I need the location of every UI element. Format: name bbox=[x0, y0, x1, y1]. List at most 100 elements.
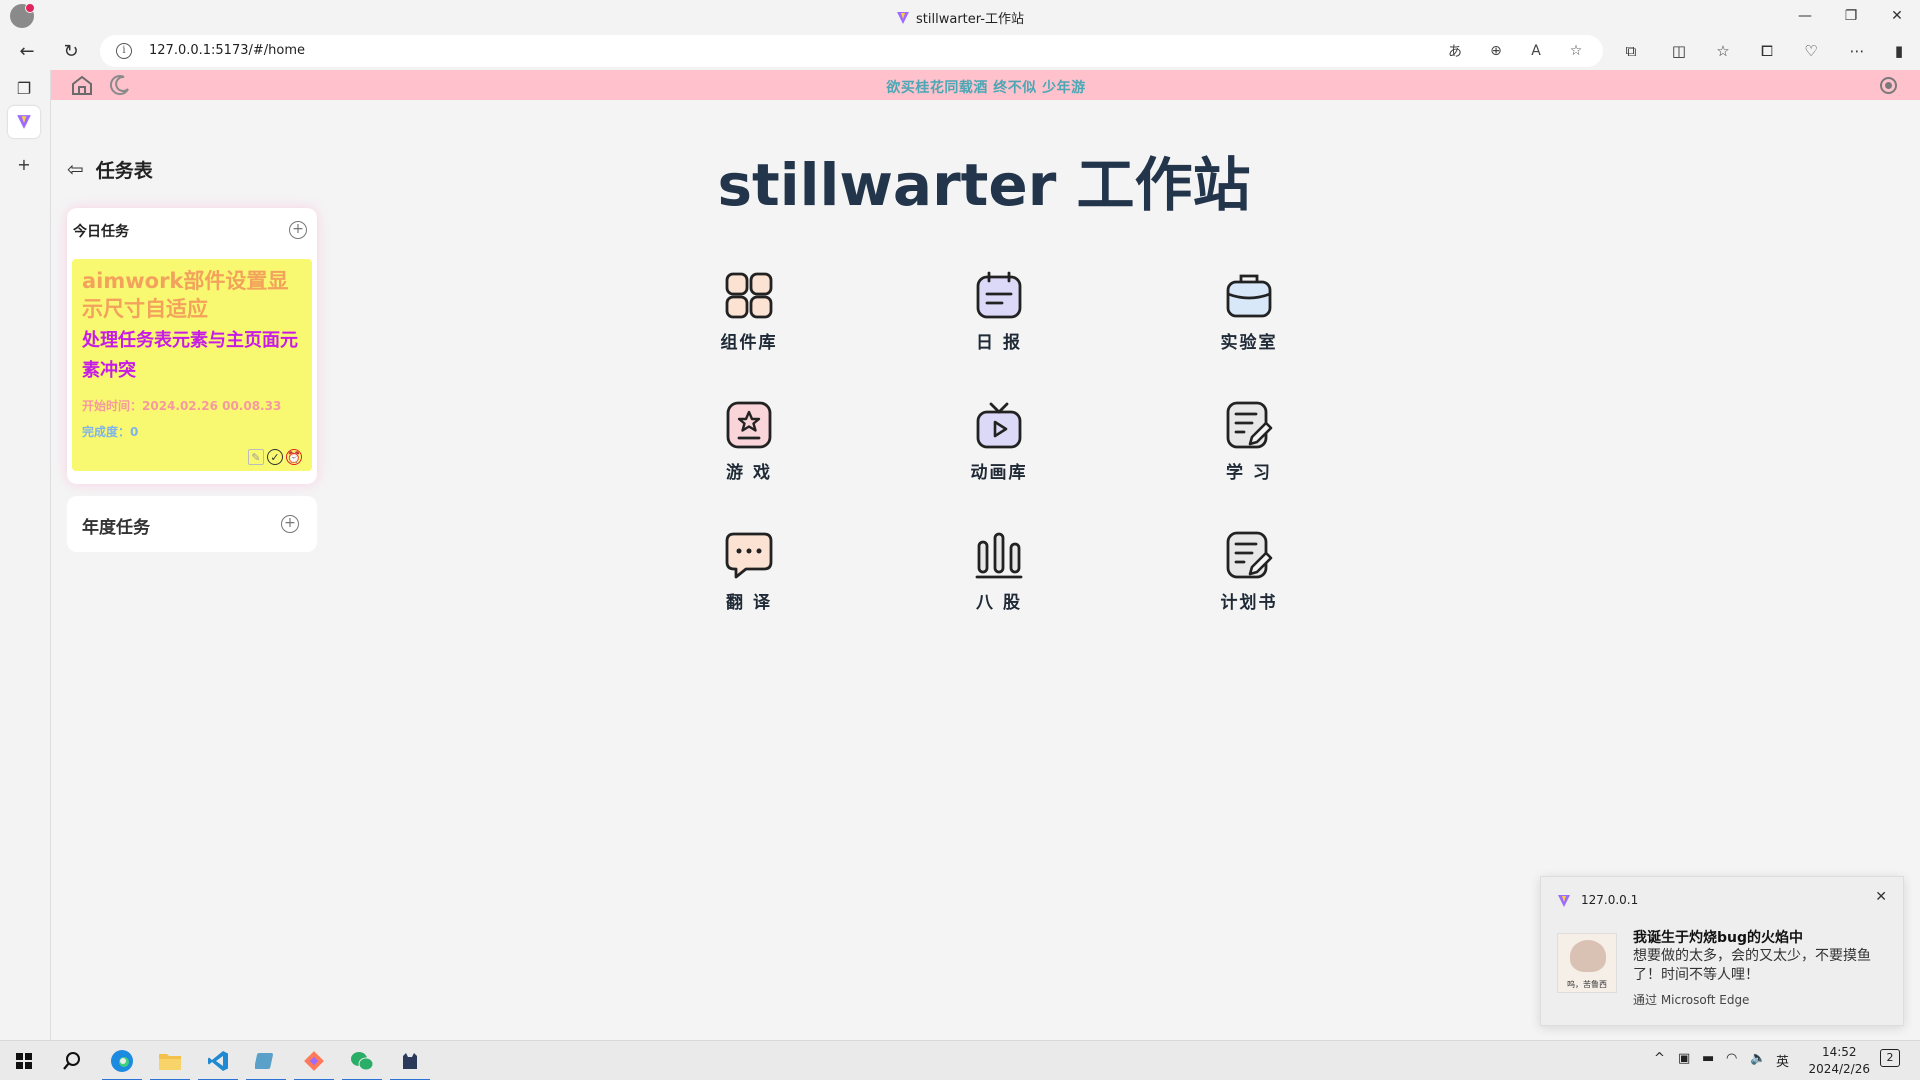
vite-logo-icon bbox=[897, 12, 910, 24]
back-arrow-icon[interactable]: ← bbox=[12, 37, 42, 65]
vite-logo-icon bbox=[1558, 895, 1570, 907]
read-aloud-icon[interactable]: A bbox=[1523, 40, 1549, 62]
address-bar[interactable]: i 127.0.0.1:5173/#/home あ ⊕ A ☆ bbox=[100, 35, 1603, 67]
grid-item-daily-report[interactable]: 日 报 bbox=[924, 270, 1074, 370]
clock-time: 14:52 bbox=[1821, 1045, 1857, 1059]
grid-item-games[interactable]: 游 戏 bbox=[674, 400, 824, 500]
notification-center-icon[interactable]: 2 bbox=[1880, 1049, 1900, 1067]
tab-stillwarter[interactable] bbox=[8, 106, 40, 138]
refresh-icon[interactable]: ↻ bbox=[56, 37, 86, 65]
collections-icon[interactable]: ⧠ bbox=[1752, 37, 1782, 65]
top-banner: 欲买桂花同载酒 终不似 少年游 bbox=[51, 70, 1920, 100]
close-icon[interactable]: ✕ bbox=[1875, 889, 1887, 905]
split-screen-icon[interactable]: ◫ bbox=[1664, 37, 1694, 65]
window-title: stillwarter-工作站 bbox=[0, 8, 1920, 27]
volume-icon[interactable]: 🔈 bbox=[1750, 1051, 1766, 1066]
battery-icon[interactable]: ▬ bbox=[1702, 1051, 1714, 1066]
notepad-icon[interactable] bbox=[242, 1041, 290, 1080]
grid-item-components[interactable]: 组件库 bbox=[674, 270, 824, 370]
tv-play-icon bbox=[976, 402, 1022, 449]
notification-title: 我诞生于灼烧bug的火焰中 bbox=[1633, 930, 1804, 946]
grid-label: 日 报 bbox=[976, 333, 1022, 353]
site-info-icon[interactable]: i bbox=[116, 43, 132, 59]
add-today-task-icon[interactable]: + bbox=[289, 221, 307, 239]
grid-label: 游 戏 bbox=[726, 463, 772, 483]
grid-item-baguwen[interactable]: 八 股 bbox=[924, 530, 1074, 630]
star-icon bbox=[726, 401, 772, 449]
plan-edit-icon bbox=[1226, 531, 1273, 579]
notification-body: 想要做的太多，会的又太少，不要摸鱼了！时间不等人哩！ bbox=[1633, 948, 1871, 983]
vscode-icon[interactable] bbox=[194, 1041, 242, 1080]
task-actions: ✎ ✓ ⏰ bbox=[248, 449, 302, 465]
page-title: stillwarter 工作站 bbox=[717, 151, 1251, 219]
notification-image: 呜，苦鲁西 bbox=[1557, 933, 1617, 993]
task-title-text: aimwork部件设置显示尺寸自适应 bbox=[82, 269, 289, 321]
tab-actions-icon[interactable]: ❐ bbox=[8, 72, 40, 104]
grid-icon bbox=[725, 272, 773, 319]
notification-via: 通过 Microsoft Edge bbox=[1633, 993, 1750, 1007]
task-detail-text: 处理任务表元素与主页面元素冲突 bbox=[82, 330, 298, 381]
grid-item-plan[interactable]: 计划书 bbox=[1174, 530, 1324, 630]
terminal-cat-icon[interactable] bbox=[386, 1041, 434, 1080]
zoom-icon[interactable]: ⊕ bbox=[1483, 40, 1509, 62]
bars-icon bbox=[975, 532, 1023, 579]
favorite-star-icon[interactable]: ☆ bbox=[1563, 40, 1589, 62]
alarm-icon[interactable]: ⏰ bbox=[286, 449, 302, 465]
year-tasks-card: 年度任务 + bbox=[67, 496, 317, 552]
notification-toast[interactable]: 127.0.0.1 ✕ 呜，苦鲁西 我诞生于灼烧bug的火焰中 想要做的太多，会… bbox=[1540, 876, 1904, 1026]
note-edit-icon bbox=[1226, 401, 1273, 449]
notification-count: 2 bbox=[1880, 1049, 1900, 1067]
browser-essentials-icon[interactable]: ♡ bbox=[1796, 37, 1826, 65]
check-icon[interactable]: ✓ bbox=[267, 449, 283, 465]
favorites-icon[interactable]: ☆ bbox=[1708, 37, 1738, 65]
network-card-icon[interactable]: ▣ bbox=[1678, 1051, 1690, 1066]
year-tasks-label: 年度任务 bbox=[82, 518, 150, 538]
grid-label: 学 习 bbox=[1226, 463, 1272, 483]
translate-icon[interactable]: あ bbox=[1442, 40, 1468, 62]
banner-text: 欲买桂花同载酒 终不似 少年游 bbox=[886, 80, 1086, 96]
wifi-icon[interactable]: ◠ bbox=[1726, 1051, 1737, 1066]
grid-label: 翻 译 bbox=[726, 593, 772, 613]
grid-label: 八 股 bbox=[976, 593, 1022, 613]
grid-item-animation[interactable]: 动画库 bbox=[924, 400, 1074, 500]
record-icon[interactable] bbox=[1880, 77, 1897, 94]
grid-label: 实验室 bbox=[1220, 333, 1278, 353]
today-tasks-card: 今日任务 + aimwork部件设置显示尺寸自适应 处理任务表元素与主页面元素冲… bbox=[67, 208, 317, 484]
clock[interactable]: 14:52 2024/2/26 bbox=[1808, 1044, 1870, 1078]
grid-item-translate[interactable]: 翻 译 bbox=[674, 530, 824, 630]
ime-indicator[interactable]: 英 bbox=[1776, 1051, 1789, 1070]
file-explorer-icon[interactable] bbox=[146, 1041, 194, 1080]
address-row: ← ↻ i 127.0.0.1:5173/#/home あ ⊕ A ☆ ⧉ ◫ … bbox=[0, 32, 1920, 70]
minimize-button[interactable]: — bbox=[1782, 0, 1828, 32]
restore-button[interactable]: ❐ bbox=[1828, 0, 1874, 32]
today-tasks-label: 今日任务 bbox=[73, 224, 129, 240]
briefcase-icon bbox=[1226, 274, 1272, 318]
grid-label: 组件库 bbox=[720, 333, 778, 353]
windows-start-icon[interactable] bbox=[0, 1041, 48, 1080]
wechat-icon[interactable] bbox=[338, 1041, 386, 1080]
task-progress: 完成度：0 bbox=[82, 425, 139, 439]
task-sticky-note[interactable]: aimwork部件设置显示尺寸自适应 处理任务表元素与主页面元素冲突 开始时间：… bbox=[72, 259, 312, 471]
grid-item-study[interactable]: 学 习 bbox=[1174, 400, 1324, 500]
url-text[interactable]: 127.0.0.1:5173/#/home bbox=[149, 43, 305, 58]
task-start-time: 开始时间：2024.02.26 00.08.33 bbox=[82, 399, 282, 413]
edit-icon[interactable]: ✎ bbox=[248, 449, 264, 465]
notification-source: 127.0.0.1 bbox=[1581, 893, 1639, 907]
sidebar-toggle-icon[interactable]: ▮ bbox=[1884, 37, 1914, 65]
extensions-icon[interactable]: ⧉ bbox=[1616, 37, 1646, 65]
close-window-button[interactable]: ✕ bbox=[1874, 0, 1920, 32]
search-icon[interactable] bbox=[48, 1041, 96, 1080]
git-app-icon[interactable] bbox=[290, 1041, 338, 1080]
add-year-task-icon[interactable]: + bbox=[281, 515, 299, 533]
vite-logo-icon bbox=[17, 115, 31, 129]
edge-icon[interactable] bbox=[98, 1041, 146, 1080]
clock-date: 2024/2/26 bbox=[1808, 1062, 1870, 1076]
new-tab-button[interactable]: + bbox=[8, 148, 40, 180]
sticker-caption: 呜，苦鲁西 bbox=[1567, 980, 1607, 989]
more-menu-icon[interactable]: ⋯ bbox=[1842, 37, 1872, 65]
grid-label: 动画库 bbox=[970, 463, 1028, 483]
grid-item-lab[interactable]: 实验室 bbox=[1174, 270, 1324, 370]
title-bar: stillwarter-工作站 — ❐ ✕ bbox=[0, 0, 1920, 32]
chevron-up-icon[interactable]: ^ bbox=[1654, 1051, 1665, 1066]
chat-icon bbox=[725, 532, 773, 579]
